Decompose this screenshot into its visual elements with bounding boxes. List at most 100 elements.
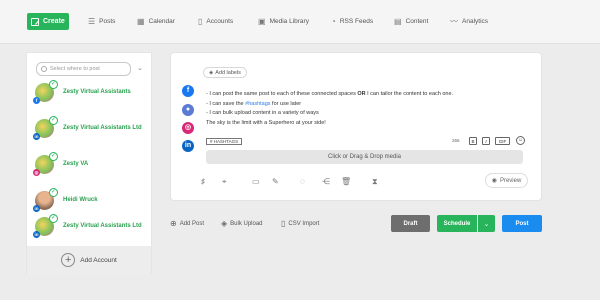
file-icon: ▯ bbox=[281, 219, 286, 228]
trash-icon[interactable]: 🗑 bbox=[341, 177, 351, 186]
editor-text: for use later bbox=[270, 100, 302, 107]
editor-line: - I can post the same post to each of th… bbox=[206, 90, 526, 100]
nav-accounts[interactable]: ▯ Accounts bbox=[198, 15, 233, 28]
editor-text: The sky is the limit with a Superhero at… bbox=[206, 119, 326, 126]
gif-button[interactable]: GIF bbox=[495, 137, 510, 145]
list-icon: ☰ bbox=[88, 17, 96, 26]
accounts-panel: Select where to post ⌄ ✓ f Zesty Virtual… bbox=[26, 52, 152, 274]
check-icon: ✓ bbox=[49, 187, 58, 197]
post-button[interactable]: Post bbox=[502, 215, 542, 232]
location-icon[interactable]: ⌖ bbox=[222, 177, 227, 187]
add-post-button[interactable]: ⊕ Add Post bbox=[170, 219, 204, 228]
bulk-upload-button[interactable]: ◈ Bulk Upload bbox=[221, 219, 263, 228]
post-text-editor[interactable]: - I can post the same post to each of th… bbox=[206, 90, 526, 128]
editor-line: - I can save the #hashtags for use later bbox=[206, 100, 526, 110]
eye-icon: ◉ bbox=[491, 178, 497, 184]
account-name: Zesty VA bbox=[63, 161, 89, 167]
nav-content-label: Content bbox=[405, 18, 429, 25]
edit-icon bbox=[31, 17, 39, 26]
accounts-icon: ▯ bbox=[198, 17, 203, 26]
facebook-icon: f bbox=[33, 96, 40, 104]
instagram-icon[interactable]: ◎ bbox=[182, 122, 194, 134]
editor-line: - I can bulk upload content in a variety… bbox=[206, 109, 526, 119]
rss-icon: ◔ bbox=[331, 17, 336, 26]
pencil-icon[interactable]: ✎ bbox=[272, 177, 279, 186]
account-item[interactable]: ✓ f Zesty Virtual Assistants bbox=[33, 79, 153, 104]
account-name: Zesty Virtual Assistants Ltd bbox=[63, 223, 142, 229]
add-labels-button[interactable]: ◈ Add labels bbox=[203, 67, 247, 78]
share-icon[interactable]: ⋲ bbox=[322, 177, 330, 186]
calendar-icon: ▦ bbox=[137, 17, 145, 26]
add-account-button[interactable]: + Add Account bbox=[27, 246, 151, 274]
preview-button[interactable]: ◉ Preview bbox=[485, 173, 528, 188]
nav-rss-feeds[interactable]: ◔ RSS Feeds bbox=[331, 15, 373, 28]
account-selector-placeholder: Select where to post bbox=[50, 66, 100, 72]
bulk-upload-label: Bulk Upload bbox=[230, 220, 263, 227]
nav-posts-label: Posts bbox=[99, 18, 116, 25]
editor-text: - I can save the bbox=[206, 100, 246, 107]
account-name: Heidi Wruck bbox=[63, 197, 98, 203]
editor-bold-text: OR bbox=[357, 91, 366, 97]
tag-icon: ◈ bbox=[209, 69, 214, 76]
hashtag-tool-icon[interactable]: ♯ bbox=[201, 177, 205, 186]
account-item[interactable]: ✓ in Zesty Virtual Assistants Ltd bbox=[33, 115, 153, 140]
comment-icon[interactable]: ◌ bbox=[300, 177, 305, 186]
nav-rss-feeds-label: RSS Feeds bbox=[339, 18, 374, 25]
check-icon: ✓ bbox=[49, 79, 58, 89]
profile-icon[interactable]: ● bbox=[182, 104, 194, 116]
draft-button[interactable]: Draft bbox=[391, 215, 430, 232]
nav-calendar-label: Calendar bbox=[148, 18, 175, 25]
schedule-button[interactable]: Schedule bbox=[437, 215, 477, 232]
layers-icon: ◈ bbox=[221, 219, 228, 228]
check-icon: ✓ bbox=[49, 213, 58, 223]
editor-line: The sky is the limit with a Superhero at… bbox=[206, 119, 526, 129]
account-selector-input[interactable]: Select where to post bbox=[36, 62, 131, 76]
media-dropzone[interactable]: Click or Drag & Drop media bbox=[206, 150, 523, 164]
emoji-icon[interactable]: ☺ bbox=[516, 136, 525, 145]
avatar: ✓ in bbox=[33, 115, 58, 140]
editor-text: - I can post the same post to each of th… bbox=[206, 91, 358, 97]
linkedin-icon[interactable]: in bbox=[182, 140, 194, 152]
linkedin-icon: in bbox=[33, 230, 40, 238]
hourglass-icon[interactable]: ⧗ bbox=[372, 177, 378, 187]
chevron-down-icon[interactable]: ⌄ bbox=[137, 64, 143, 72]
hashtags-button[interactable]: # HASHTAGS bbox=[206, 138, 243, 145]
facebook-icon[interactable]: f bbox=[182, 85, 194, 97]
add-labels-label: Add labels bbox=[215, 69, 241, 76]
nav-media-library-label: Media Library bbox=[269, 18, 309, 25]
account-item[interactable]: ✓ ◎ Zesty VA bbox=[33, 151, 153, 176]
nav-posts[interactable]: ☰ Posts bbox=[88, 15, 115, 28]
linkedin-icon: in bbox=[33, 204, 40, 212]
hashtag-link: #hashtags bbox=[245, 100, 271, 107]
italic-button[interactable]: I bbox=[482, 137, 490, 145]
avatar: ✓ ◎ bbox=[33, 151, 58, 176]
top-navigation: Create ☰ Posts ▦ Calendar ▯ Accounts ▣ M… bbox=[0, 0, 600, 44]
nav-analytics-label: Analytics bbox=[462, 18, 489, 25]
image-icon[interactable]: ▭ bbox=[252, 177, 260, 186]
character-count: 266 bbox=[452, 138, 460, 143]
avatar: ✓ f bbox=[33, 79, 58, 104]
post-composer: ◈ Add labels f ● ◎ in - I can post the s… bbox=[170, 52, 542, 201]
nav-analytics[interactable]: 〰 Analytics bbox=[450, 15, 488, 28]
csv-import-label: CSV Import bbox=[288, 220, 320, 227]
create-button-label: Create bbox=[43, 18, 65, 25]
account-item[interactable]: ✓ in Zesty Virtual Assistants Ltd bbox=[33, 213, 153, 238]
nav-calendar[interactable]: ▦ Calendar bbox=[137, 15, 175, 28]
nav-content[interactable]: ▤ Content bbox=[394, 15, 428, 28]
nav-media-library[interactable]: ▣ Media Library bbox=[258, 15, 309, 28]
check-icon: ✓ bbox=[49, 151, 58, 161]
account-name: Zesty Virtual Assistants bbox=[63, 89, 131, 95]
editor-text: - I can bulk upload content in a variety… bbox=[206, 110, 319, 116]
avatar: ✓ in bbox=[33, 187, 58, 212]
plus-circle-icon: ⊕ bbox=[170, 219, 177, 228]
create-button[interactable]: Create bbox=[27, 13, 69, 30]
account-item[interactable]: ✓ in Heidi Wruck bbox=[33, 187, 153, 212]
preview-label: Preview bbox=[499, 177, 522, 184]
bold-button[interactable]: B bbox=[469, 137, 477, 145]
search-icon bbox=[41, 66, 47, 72]
csv-import-button[interactable]: ▯ CSV Import bbox=[281, 219, 319, 228]
plus-icon: + bbox=[61, 253, 76, 267]
image-icon: ▣ bbox=[258, 17, 266, 26]
chevron-down-icon[interactable]: ⌄ bbox=[478, 215, 495, 232]
document-icon: ▤ bbox=[394, 17, 402, 26]
